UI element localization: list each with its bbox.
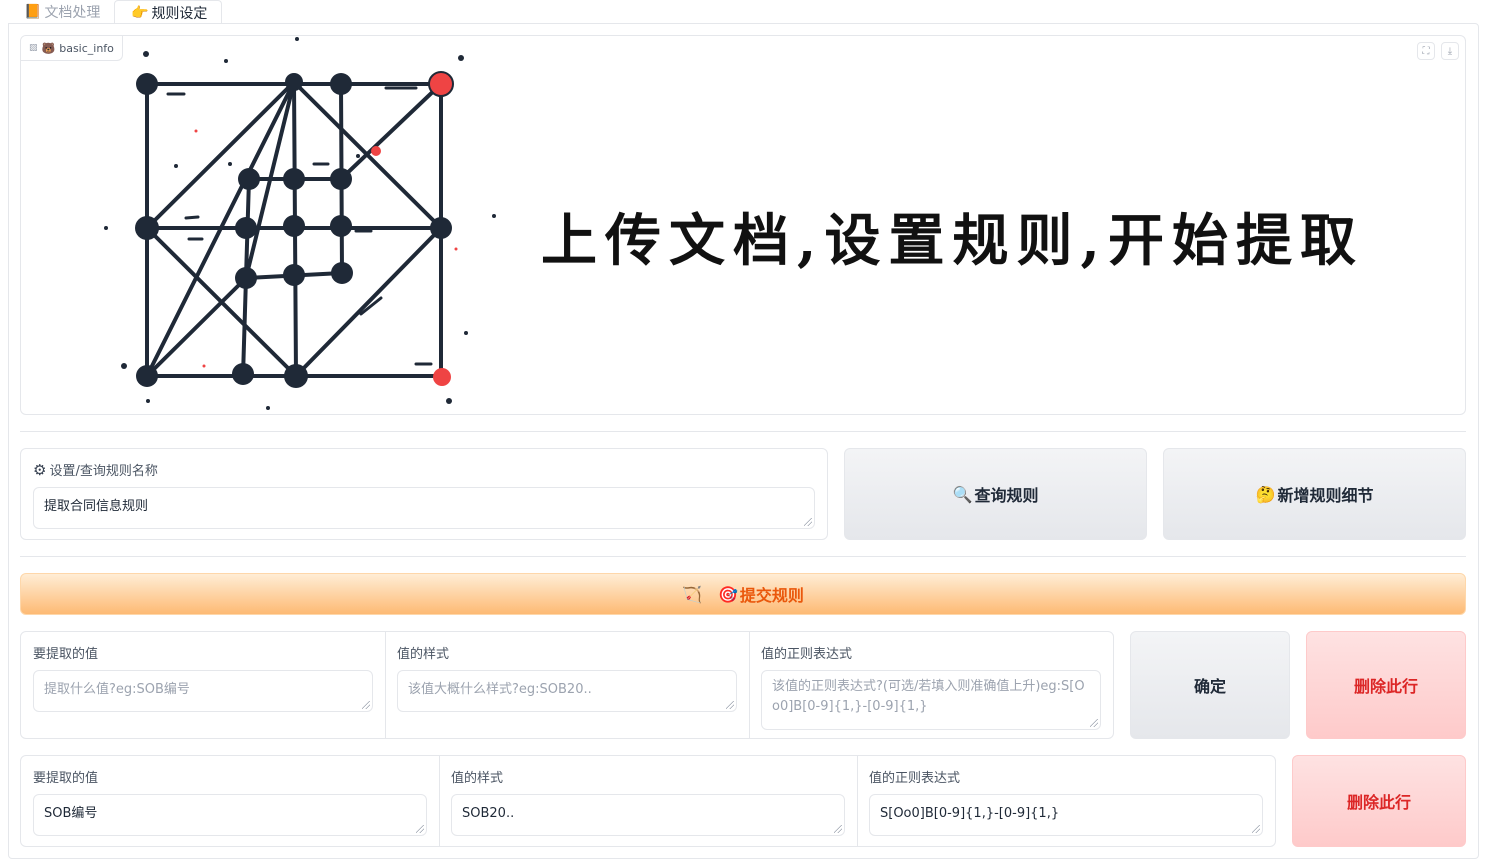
tab-label: 规则设定	[151, 5, 208, 22]
style-input-value: SOB20..	[462, 806, 515, 821]
submit-rule-label: 提交规则	[739, 586, 804, 605]
tab-document-processing[interactable]: 📙 文档处理	[24, 0, 100, 24]
banner-slogan: 上传文档,设置规则,开始提取	[541, 208, 1364, 274]
download-icon[interactable]: ⤓	[1441, 42, 1459, 60]
regex-label: 值的正则表达式	[869, 771, 961, 786]
rule-name-input[interactable]: 提取合同信息规则	[33, 487, 815, 529]
rule-name-block: ⚙ 设置/查询规则名称 提取合同信息规则	[20, 448, 828, 540]
column-divider	[857, 756, 858, 846]
divider	[20, 556, 1466, 557]
target-icon: 🎯	[717, 584, 738, 604]
column-divider	[439, 756, 440, 846]
confirm-label: 确定	[1193, 677, 1226, 696]
divider	[20, 431, 1466, 432]
resize-handle[interactable]	[1090, 719, 1098, 727]
delete-row-label: 删除此行	[1346, 793, 1411, 812]
value-input[interactable]: 提取什么值?eg:SOB编号	[33, 670, 373, 712]
submit-rule-button[interactable]: 🏹 🎯 提交规则	[20, 573, 1466, 615]
gear-icon: ⚙	[33, 460, 47, 479]
resize-handle[interactable]	[416, 825, 424, 833]
bow-arrow-icon: 🏹	[682, 584, 702, 604]
style-input[interactable]: SOB20..	[451, 794, 845, 836]
column-divider	[749, 632, 750, 738]
network-diagram-illustration	[104, 37, 496, 410]
pointing-hand-icon: 👉	[131, 4, 149, 21]
image-icon: ▨	[29, 43, 38, 53]
query-rule-label: 查询规则	[974, 486, 1039, 505]
value-label: 要提取的值	[33, 647, 99, 662]
image-panel: ▨ 🐻 basic_info ⛶ ⤓ 上传文档,设置规则,开始提取	[20, 35, 1466, 415]
resize-handle[interactable]	[804, 518, 812, 526]
style-label: 值的样式	[451, 771, 504, 786]
value-input-value: SOB编号	[44, 806, 98, 821]
regex-label: 值的正则表达式	[761, 647, 853, 662]
rule-name-label-text: 设置/查询规则名称	[49, 464, 158, 479]
style-input[interactable]: 该值大概什么样式?eg:SOB20..	[397, 670, 737, 712]
resize-handle[interactable]	[362, 701, 370, 709]
fullscreen-icon[interactable]: ⛶	[1417, 42, 1435, 60]
regex-input-value: S[Oo0]B[0-9]{1,}-[0-9]{1,}	[880, 806, 1060, 821]
value-input[interactable]: SOB编号	[33, 794, 427, 836]
regex-input-placeholder: 该值的正则表达式?(可选/若填入则准确值上升)eg:S[Oo0]B[0-9]{1…	[772, 679, 1085, 714]
confirm-button[interactable]: 确定	[1130, 631, 1290, 739]
book-icon: 📙	[24, 4, 42, 20]
style-input-placeholder: 该值大概什么样式?eg:SOB20..	[408, 682, 592, 697]
resize-handle[interactable]	[1252, 825, 1260, 833]
rule-name-value: 提取合同信息规则	[44, 499, 149, 514]
delete-row-button[interactable]: 删除此行	[1292, 755, 1466, 847]
resize-handle[interactable]	[834, 825, 842, 833]
resize-handle[interactable]	[726, 701, 734, 709]
rule-name-label: ⚙ 设置/查询规则名称	[33, 460, 158, 480]
tab-rule-settings[interactable]: 👉 规则设定	[114, 0, 222, 24]
bear-icon: 🐻	[41, 41, 56, 55]
add-rule-detail-label: 新增规则细节	[1277, 486, 1374, 505]
query-rule-button[interactable]: 🔍 查询规则	[844, 448, 1147, 540]
thinking-face-icon: 🤔	[1255, 484, 1276, 504]
delete-row-button[interactable]: 删除此行	[1306, 631, 1466, 739]
tab-bar: 📙 文档处理 👉 规则设定	[0, 0, 1494, 24]
new-rule-row: 要提取的值 提取什么值?eg:SOB编号 值的样式 该值大概什么样式?eg:SO…	[20, 631, 1114, 739]
delete-row-label: 删除此行	[1353, 677, 1418, 696]
value-input-placeholder: 提取什么值?eg:SOB编号	[44, 682, 190, 697]
tab-label: 文档处理	[44, 5, 101, 21]
regex-input[interactable]: S[Oo0]B[0-9]{1,}-[0-9]{1,}	[869, 794, 1263, 836]
column-divider	[385, 632, 386, 738]
style-label: 值的样式	[397, 647, 450, 662]
magnifier-icon: 🔍	[952, 484, 973, 504]
rule-detail-row: 要提取的值 SOB编号 值的样式 SOB20.. 值的正则表达式 S[Oo0]B…	[20, 755, 1276, 847]
add-rule-detail-button[interactable]: 🤔 新增规则细节	[1163, 448, 1466, 540]
value-label: 要提取的值	[33, 771, 99, 786]
regex-input[interactable]: 该值的正则表达式?(可选/若填入则准确值上升)eg:S[Oo0]B[0-9]{1…	[761, 670, 1101, 730]
